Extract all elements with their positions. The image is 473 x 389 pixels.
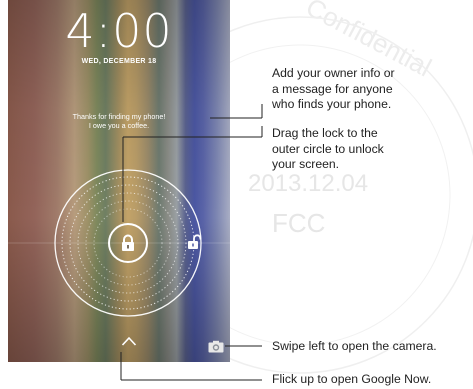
callout-line: Flick up to open Google Now. [272,372,432,386]
callout-owner-info: Add your owner info or a message for any… [272,66,395,113]
callout-camera: Swipe left to open the camera. [272,339,437,355]
callout-line: who finds your phone. [272,97,392,111]
callout-line: outer circle to unlock [272,141,384,156]
callout-line: a message for anyone [272,81,393,96]
callout-line: Drag the lock to the [272,126,378,140]
callout-line: Swipe left to open the camera. [272,339,437,353]
callout-leader-lines [120,104,263,381]
callout-line: your screen. [272,157,340,171]
callout-google-now: Flick up to open Google Now. [272,372,431,388]
callout-drag-lock: Drag the lock to the outer circle to unl… [272,126,384,173]
callout-line: Add your owner info or [272,66,395,80]
